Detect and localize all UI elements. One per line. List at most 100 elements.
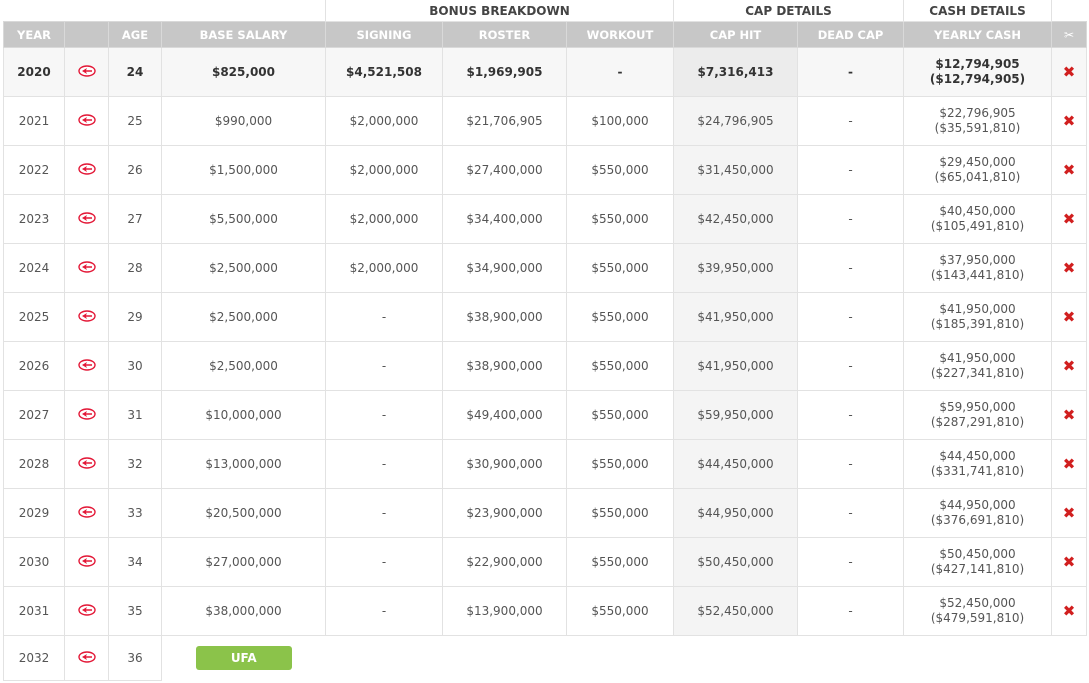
group-header-cap: CAP DETAILS [673,0,905,22]
chiefs-arrowhead-icon [77,113,96,126]
yearly-cash-value: $41,950,000 [939,302,1016,316]
cell-remove[interactable]: ✖ [1051,194,1088,244]
cell-team [64,243,109,293]
cell-remove[interactable]: ✖ [1051,243,1088,293]
cell-yearly-cash: $44,450,000 ($331,741,810) [903,439,1053,489]
close-icon[interactable]: ✖ [1063,63,1076,81]
col-age[interactable]: AGE [108,21,162,48]
close-icon[interactable]: ✖ [1063,161,1076,179]
cell-signing: - [325,586,443,636]
cumulative-cash-value: ($143,441,810) [930,268,1025,282]
cell-yearly-cash: $59,950,000 ($287,291,810) [903,390,1053,440]
cell-yearly-cash: $41,950,000 ($227,341,810) [903,341,1053,391]
cell-dead-cap: - [797,390,905,440]
cumulative-cash-value: ($185,391,810) [930,317,1025,331]
cell-yearly-cash: $37,950,000 ($143,441,810) [903,243,1053,293]
cell-cap-hit: $50,450,000 [673,537,799,587]
cumulative-cash-value: ($35,591,810) [934,121,1021,135]
cell-remove[interactable]: ✖ [1051,586,1088,636]
cell-remove[interactable]: ✖ [1051,390,1088,440]
group-header-cash: CASH DETAILS [903,0,1053,22]
cell-roster: $13,900,000 [442,586,567,636]
chiefs-arrowhead-icon [77,358,96,371]
cell-year: 2029 [3,488,65,538]
col-cut[interactable]: ✂ [1051,21,1088,48]
cell-dead-cap: - [797,586,905,636]
chiefs-arrowhead-icon [77,650,96,663]
cell-cap-hit: $52,450,000 [673,586,799,636]
cell-yearly-cash: $44,950,000 ($376,691,810) [903,488,1053,538]
cell-roster: $38,900,000 [442,341,567,391]
cell-remove[interactable]: ✖ [1051,47,1088,97]
yearly-cash-value: $22,796,905 [939,106,1016,120]
cell-signing: - [325,439,443,489]
cell-status: UFA [162,636,326,681]
cell-signing: - [325,390,443,440]
cell-cap-hit: $44,950,000 [673,488,799,538]
table-row: 2020 24 $825,000 $4,521,508 $1,969,905 -… [3,47,1088,97]
cell-base-salary: $20,500,000 [161,488,326,538]
cell-dead-cap: - [797,194,905,244]
close-icon[interactable]: ✖ [1063,112,1076,130]
col-base-salary[interactable]: BASE SALARY [161,21,326,48]
cumulative-cash-value: ($287,291,810) [930,415,1025,429]
cell-remove[interactable]: ✖ [1051,341,1088,391]
close-icon[interactable]: ✖ [1063,308,1076,326]
col-signing[interactable]: SIGNING [325,21,443,48]
cell-remove[interactable]: ✖ [1051,439,1088,489]
cell-workout: $550,000 [565,243,675,293]
yearly-cash-value: $52,450,000 [939,596,1016,610]
cumulative-cash-value: ($227,341,810) [930,366,1025,380]
cell-age: 31 [108,390,162,440]
cell-signing: $2,000,000 [325,96,443,146]
cell-remove[interactable]: ✖ [1051,488,1088,538]
yearly-cash-value: $44,950,000 [939,498,1016,512]
close-icon[interactable]: ✖ [1063,357,1076,375]
cell-team [64,47,109,97]
cell-base-salary: $825,000 [161,47,326,97]
cell-cap-hit: $59,950,000 [673,390,799,440]
col-roster[interactable]: ROSTER [442,21,567,48]
cell-age: 32 [108,439,162,489]
table-row: 2028 32 $13,000,000 - $30,900,000 $550,0… [3,439,1088,489]
contract-table: BONUS BREAKDOWN CAP DETAILS CASH DETAILS… [3,0,1088,681]
close-icon[interactable]: ✖ [1063,210,1076,228]
close-icon[interactable]: ✖ [1063,602,1076,620]
close-icon[interactable]: ✖ [1063,406,1076,424]
table-row: 2026 30 $2,500,000 - $38,900,000 $550,00… [3,341,1088,391]
scissors-icon[interactable]: ✂ [1064,28,1074,42]
col-cap-hit[interactable]: CAP HIT [673,21,799,48]
yearly-cash-value: $41,950,000 [939,351,1016,365]
close-icon[interactable]: ✖ [1063,553,1076,571]
chiefs-arrowhead-icon [77,456,96,469]
cell-base-salary: $2,500,000 [161,243,326,293]
table-row: 2023 27 $5,500,000 $2,000,000 $34,400,00… [3,194,1088,244]
cell-remove[interactable]: ✖ [1051,145,1088,195]
cell-workout: $550,000 [565,341,675,391]
table-row: 2027 31 $10,000,000 - $49,400,000 $550,0… [3,390,1088,440]
close-icon[interactable]: ✖ [1063,259,1076,277]
cell-age: 35 [108,586,162,636]
close-icon[interactable]: ✖ [1063,455,1076,473]
cell-dead-cap: - [797,47,905,97]
cell-workout: $550,000 [565,439,675,489]
cell-signing: $4,521,508 [325,47,443,97]
col-workout[interactable]: WORKOUT [565,21,675,48]
cell-roster: $23,900,000 [442,488,567,538]
chiefs-arrowhead-icon [77,309,96,322]
col-dead-cap[interactable]: DEAD CAP [797,21,905,48]
cell-dead-cap: - [797,439,905,489]
cell-remove[interactable]: ✖ [1051,292,1088,342]
cell-remove[interactable]: ✖ [1051,537,1088,587]
cell-cap-hit: $41,950,000 [673,341,799,391]
cell-dead-cap: - [797,243,905,293]
col-year[interactable]: YEAR [3,21,65,48]
cell-cap-hit: $42,450,000 [673,194,799,244]
group-header-blank-right [1051,0,1087,22]
cell-team [64,292,109,342]
cell-dead-cap: - [797,537,905,587]
cumulative-cash-value: ($427,141,810) [930,562,1025,576]
close-icon[interactable]: ✖ [1063,504,1076,522]
cell-remove[interactable]: ✖ [1051,96,1088,146]
col-yearly-cash[interactable]: YEARLY CASH [903,21,1053,48]
